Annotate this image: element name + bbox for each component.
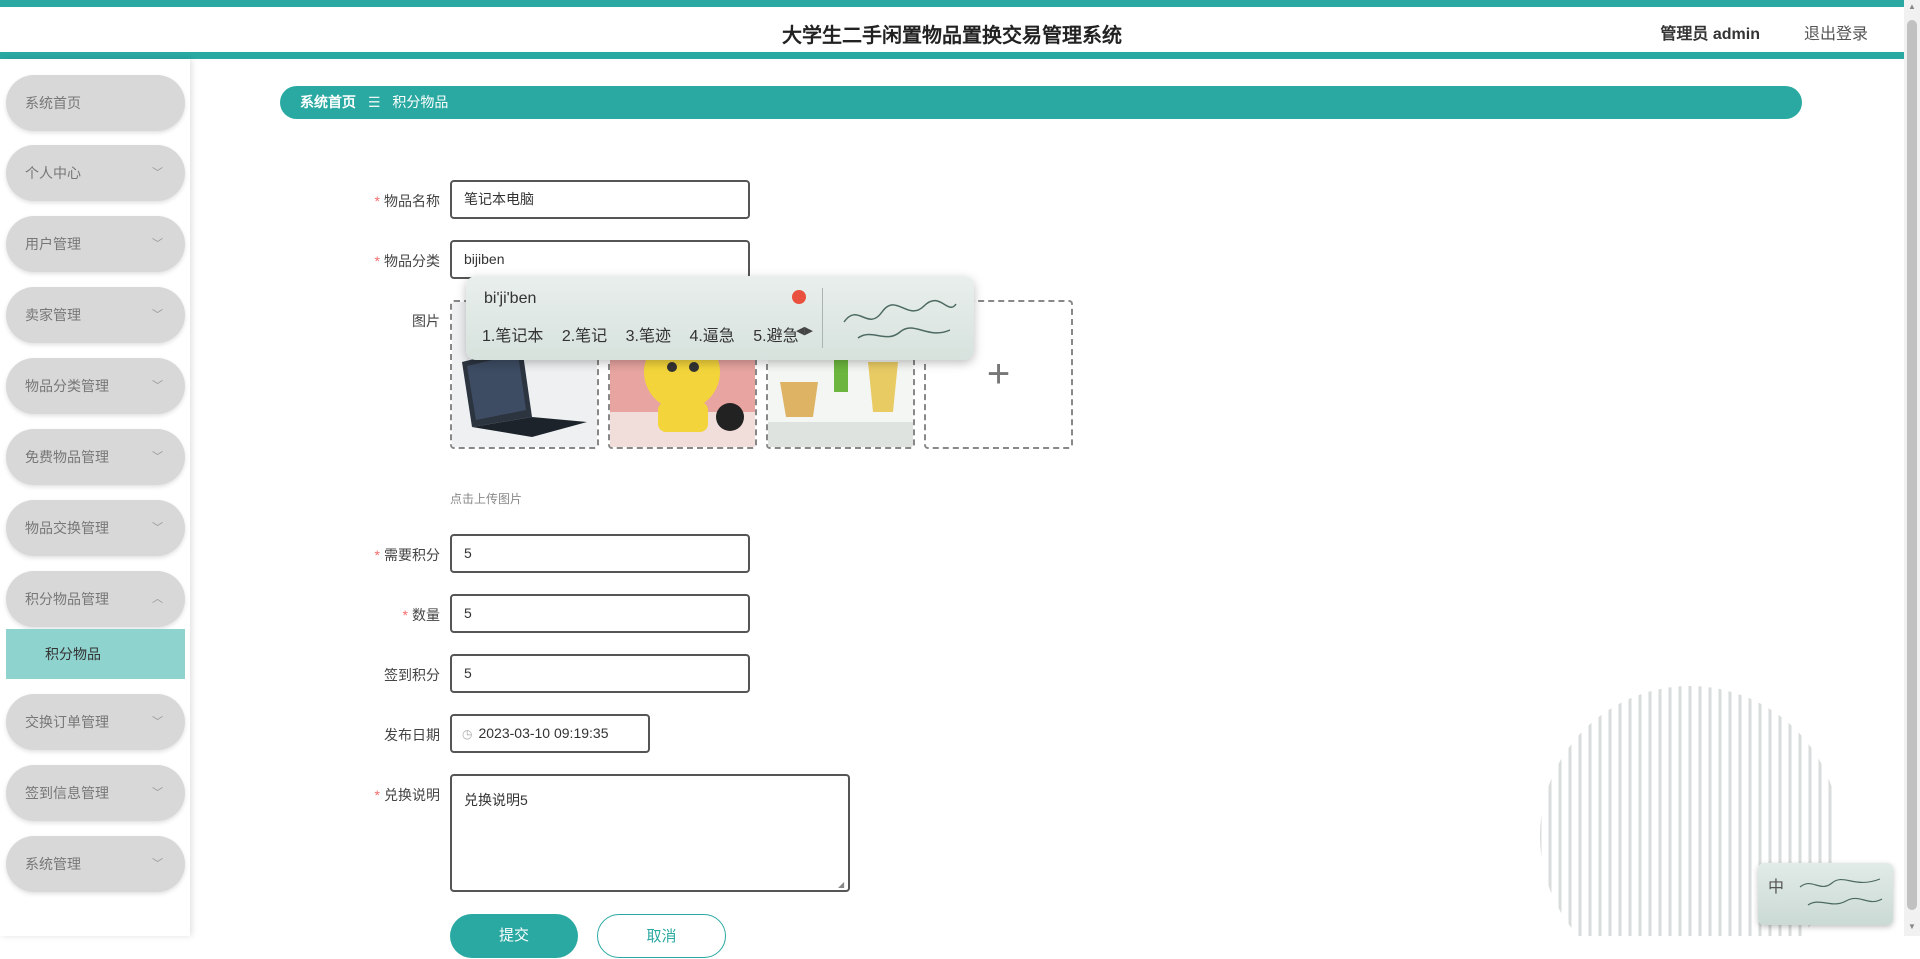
- chevron-down-icon: ﹀: [152, 167, 163, 179]
- sidebar-item-sellers[interactable]: 卖家管理 ﹀: [6, 287, 185, 343]
- quantity-label: * 数量: [300, 605, 440, 625]
- required-mark: *: [374, 253, 380, 269]
- sidebar-item-label: 个人中心: [25, 165, 81, 181]
- sidebar-item-label: 积分物品管理: [25, 591, 109, 607]
- chevron-up-icon: ︿: [152, 593, 163, 605]
- header: 大学生二手闲置物品置换交易管理系统 管理员 admin 退出登录: [0, 7, 1904, 53]
- breadcrumb-current: 积分物品: [392, 94, 449, 110]
- description-textarea[interactable]: 兑换说明5 ◢: [450, 774, 850, 892]
- chevron-down-icon: ﹀: [152, 451, 163, 463]
- ime-candidate-popup: bi'ji'ben 1.笔记本 2.笔记 3.笔迹 4.逼急 5.避急 ◀▶: [466, 276, 974, 360]
- ime-status-bar[interactable]: 中: [1758, 863, 1893, 925]
- chevron-down-icon: ﹀: [152, 309, 163, 321]
- sidebar-item-exchange-orders[interactable]: 交换订单管理 ﹀: [6, 694, 185, 750]
- sidebar-item-signin-info[interactable]: 签到信息管理 ﹀: [6, 765, 185, 821]
- chevron-down-icon: ﹀: [152, 858, 163, 870]
- sidebar-item-system[interactable]: 系统管理 ﹀: [6, 836, 185, 892]
- logout-link[interactable]: 退出登录: [1804, 20, 1868, 44]
- ime-calligraphy-art: [843, 299, 957, 339]
- chevron-down-icon: ﹀: [152, 380, 163, 392]
- app-title: 大学生二手闲置物品置换交易管理系统: [782, 25, 1122, 47]
- header-accent-strip: [0, 0, 1904, 7]
- description-label-text: 兑换说明: [384, 787, 440, 803]
- sidebar-item-label: 免费物品管理: [25, 449, 109, 465]
- points-input[interactable]: 5: [450, 534, 750, 573]
- scrollbar-thumb[interactable]: [1907, 20, 1917, 910]
- required-mark: *: [374, 547, 380, 563]
- vertical-scrollbar[interactable]: ▲ ▼: [1904, 0, 1920, 936]
- signin-points-label: 签到积分: [384, 667, 440, 683]
- description-value: 兑换说明5: [464, 792, 528, 808]
- ime-candidate[interactable]: 2.笔记: [562, 328, 607, 345]
- required-mark: *: [374, 787, 380, 803]
- sidebar-item-item-exchange[interactable]: 物品交换管理 ﹀: [6, 500, 185, 556]
- scroll-up-arrow-icon[interactable]: ▲: [1907, 2, 1917, 14]
- image-label: 图片: [412, 313, 440, 329]
- ime-composition: bi'ji'ben: [484, 290, 537, 307]
- chevron-down-icon: ﹀: [152, 787, 163, 799]
- breadcrumb: 系统首页 ☰ 积分物品: [280, 86, 1802, 119]
- ime-divider: [822, 288, 823, 348]
- sidebar-item-points-items[interactable]: 积分物品管理 ︿: [6, 571, 185, 627]
- publish-date-picker[interactable]: ◷ 2023-03-10 09:19:35: [450, 714, 650, 753]
- sidebar-item-label: 物品分类管理: [25, 378, 109, 394]
- sidebar-item-label: 物品交换管理: [25, 520, 109, 536]
- sidebar-item-label: 系统首页: [25, 95, 81, 111]
- sidebar: 系统首页 个人中心 ﹀ 用户管理 ﹀ 卖家管理 ﹀ 物品分类管理 ﹀ 免费物品管理 ﹀ 物…: [0, 59, 190, 936]
- quantity-input[interactable]: 5: [450, 594, 750, 633]
- resize-handle-icon[interactable]: ◢: [838, 880, 846, 889]
- ime-candidates: 1.笔记本 2.笔记 3.笔迹 4.逼急 5.避急: [482, 322, 813, 346]
- ime-mode-indicator[interactable]: 中: [1768, 873, 1784, 897]
- submit-button[interactable]: 提交: [450, 914, 578, 958]
- sidebar-item-home[interactable]: 系统首页: [6, 75, 185, 131]
- sidebar-item-label: 用户管理: [25, 236, 81, 252]
- chevron-down-icon: ﹀: [152, 522, 163, 534]
- signin-points-input[interactable]: 5: [450, 654, 750, 693]
- ime-candidate[interactable]: 1.笔记本: [482, 328, 543, 345]
- sidebar-item-label: 交换订单管理: [25, 714, 109, 730]
- category-label: * 物品分类: [300, 251, 440, 271]
- quantity-label-text: 数量: [412, 607, 440, 623]
- ime-skin-icon[interactable]: [792, 290, 806, 304]
- sidebar-item-users[interactable]: 用户管理 ﹀: [6, 216, 185, 272]
- description-label: * 兑换说明: [300, 785, 440, 805]
- ime-candidate[interactable]: 4.逼急: [689, 328, 734, 345]
- sidebar-item-label: 签到信息管理: [25, 785, 109, 801]
- category-input[interactable]: bijiben: [450, 240, 750, 279]
- cancel-button[interactable]: 取消: [597, 914, 726, 958]
- item-name-input[interactable]: 笔记本电脑: [450, 180, 750, 219]
- required-mark: *: [402, 607, 408, 623]
- scroll-down-arrow-icon[interactable]: ▼: [1907, 922, 1917, 934]
- name-label: * 物品名称: [300, 191, 440, 211]
- name-label-text: 物品名称: [384, 193, 440, 209]
- sidebar-item-label: 卖家管理: [25, 307, 81, 323]
- points-label-text: 需要积分: [384, 547, 440, 563]
- points-label: * 需要积分: [300, 545, 440, 565]
- admin-user: 管理员 admin: [1660, 26, 1760, 43]
- ime-candidate[interactable]: 5.避急: [753, 328, 798, 345]
- chevron-down-icon: ﹀: [152, 716, 163, 728]
- required-mark: *: [374, 193, 380, 209]
- publish-date-label: 发布日期: [384, 727, 440, 743]
- clock-icon: ◷: [462, 727, 473, 741]
- menu-icon: ☰: [367, 94, 381, 110]
- sidebar-item-label: 系统管理: [25, 856, 81, 872]
- chevron-down-icon: ﹀: [152, 238, 163, 250]
- ime-candidate[interactable]: 3.笔迹: [626, 328, 671, 345]
- ime-page-arrows-icon[interactable]: ◀▶: [796, 324, 813, 337]
- publish-date-value: 2023-03-10 09:19:35: [478, 725, 609, 741]
- category-label-text: 物品分类: [384, 253, 440, 269]
- ime-mini-calligraphy-art: [1799, 878, 1883, 906]
- sidebar-item-item-categories[interactable]: 物品分类管理 ﹀: [6, 358, 185, 414]
- sidebar-subitem-points-items[interactable]: 积分物品: [6, 629, 185, 679]
- breadcrumb-home[interactable]: 系统首页: [300, 94, 356, 110]
- upload-hint: 点击上传图片: [450, 492, 523, 506]
- sidebar-item-personal-center[interactable]: 个人中心 ﹀: [6, 145, 185, 201]
- header-divider: [0, 52, 1904, 59]
- sidebar-item-free-items[interactable]: 免费物品管理 ﹀: [6, 429, 185, 485]
